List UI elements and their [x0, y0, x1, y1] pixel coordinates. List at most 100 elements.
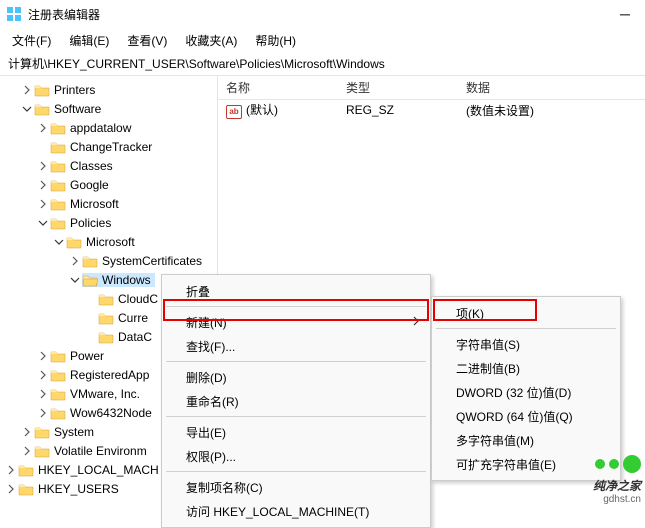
menu-item[interactable]: 新建(N) [164, 310, 428, 334]
tree-item-label: Software [54, 102, 101, 116]
menu-item[interactable]: 权限(P)... [164, 444, 428, 468]
string-value-icon: ab [226, 105, 242, 119]
tree-item-label: Power [70, 349, 104, 363]
folder-icon [50, 216, 66, 230]
folder-icon [18, 482, 34, 496]
tree-item-label: Policies [70, 216, 111, 230]
list-header: 名称 类型 数据 [218, 76, 645, 100]
tree-item-label: Microsoft [86, 235, 135, 249]
folder-icon [50, 159, 66, 173]
menu-item[interactable]: 字符串值(S) [434, 332, 618, 356]
tree-item-label: System [54, 425, 94, 439]
value-name: ab(默认) [218, 101, 338, 119]
chevron-right-icon[interactable] [36, 180, 50, 190]
tree-item[interactable]: Microsoft [0, 194, 217, 213]
menu-view[interactable]: 查看(V) [119, 30, 175, 51]
tree-item-label: CloudC [118, 292, 158, 306]
tree-item-label: Google [70, 178, 109, 192]
menu-item[interactable]: 可扩充字符串值(E) [434, 452, 618, 476]
menu-item[interactable]: 项(K) [434, 301, 618, 325]
chevron-down-icon[interactable] [36, 218, 50, 228]
folder-icon [34, 444, 50, 458]
tree-item-label: HKEY_USERS [38, 482, 119, 496]
menu-separator [166, 471, 426, 472]
folder-icon [50, 178, 66, 192]
chevron-right-icon[interactable] [4, 465, 18, 475]
address-bar[interactable]: 计算机\HKEY_CURRENT_USER\Software\Policies\… [0, 52, 645, 76]
menu-item[interactable]: 导出(E) [164, 420, 428, 444]
address-text: 计算机\HKEY_CURRENT_USER\Software\Policies\… [8, 55, 385, 72]
chevron-right-icon[interactable] [36, 351, 50, 361]
chevron-right-icon[interactable] [36, 389, 50, 399]
tree-item[interactable]: Software [0, 99, 217, 118]
watermark-logo [595, 455, 641, 473]
chevron-right-icon[interactable] [20, 427, 34, 437]
folder-icon [66, 235, 82, 249]
menu-item[interactable]: 查找(F)... [164, 334, 428, 358]
col-data[interactable]: 数据 [458, 79, 645, 96]
chevron-right-icon[interactable] [36, 370, 50, 380]
menu-favorites[interactable]: 收藏夹(A) [177, 30, 245, 51]
menu-item[interactable]: 二进制值(B) [434, 356, 618, 380]
menu-item[interactable]: 重命名(R) [164, 389, 428, 413]
folder-icon [98, 292, 114, 306]
menu-item[interactable]: 访问 HKEY_LOCAL_MACHINE(T) [164, 499, 428, 523]
chevron-right-icon[interactable] [36, 199, 50, 209]
menubar: 文件(F) 编辑(E) 查看(V) 收藏夹(A) 帮助(H) [0, 28, 645, 52]
chevron-down-icon[interactable] [68, 275, 82, 285]
chevron-right-icon[interactable] [68, 256, 82, 266]
app-icon [6, 6, 22, 22]
list-row[interactable]: ab(默认) REG_SZ (数值未设置) [218, 100, 645, 120]
menu-separator [166, 306, 426, 307]
chevron-right-icon[interactable] [36, 408, 50, 418]
menu-help[interactable]: 帮助(H) [247, 30, 304, 51]
folder-icon [34, 83, 50, 97]
tree-item[interactable]: Printers [0, 80, 217, 99]
folder-icon [98, 311, 114, 325]
col-name[interactable]: 名称 [218, 79, 338, 96]
menu-separator [166, 416, 426, 417]
folder-icon [50, 197, 66, 211]
menu-item[interactable]: 多字符串值(M) [434, 428, 618, 452]
tree-item-label: ChangeTracker [70, 140, 152, 154]
menu-file[interactable]: 文件(F) [4, 30, 59, 51]
minimize-button[interactable]: ─ [611, 6, 639, 22]
chevron-right-icon[interactable] [20, 446, 34, 456]
menu-item[interactable]: QWORD (64 位)值(Q) [434, 404, 618, 428]
tree-item-label: Volatile Environm [54, 444, 147, 458]
folder-icon [82, 254, 98, 268]
tree-item-label: Microsoft [70, 197, 119, 211]
chevron-right-icon[interactable] [36, 161, 50, 171]
menu-separator [436, 328, 616, 329]
chevron-right-icon[interactable] [4, 484, 18, 494]
tree-item-label: HKEY_LOCAL_MACH [38, 463, 159, 477]
menu-item[interactable]: 折叠 [164, 279, 428, 303]
tree-item-label: SystemCertificates [102, 254, 202, 268]
tree-item[interactable]: Policies [0, 213, 217, 232]
menu-item[interactable]: DWORD (32 位)值(D) [434, 380, 618, 404]
folder-icon [34, 102, 50, 116]
tree-item-label: VMware, Inc. [70, 387, 140, 401]
menu-edit[interactable]: 编辑(E) [61, 30, 117, 51]
chevron-down-icon[interactable] [20, 104, 34, 114]
tree-item[interactable]: ChangeTracker [0, 137, 217, 156]
folder-icon [50, 140, 66, 154]
folder-icon [50, 121, 66, 135]
watermark-text: 纯净之家 gdhst.cn [593, 477, 641, 505]
tree-item[interactable]: SystemCertificates [0, 251, 217, 270]
tree-item[interactable]: Microsoft [0, 232, 217, 251]
context-submenu-new: 项(K) 字符串值(S)二进制值(B)DWORD (32 位)值(D)QWORD … [431, 296, 621, 481]
tree-item-label: Classes [70, 159, 113, 173]
chevron-down-icon[interactable] [52, 237, 66, 247]
menu-item[interactable]: 删除(D) [164, 365, 428, 389]
chevron-right-icon[interactable] [36, 123, 50, 133]
tree-item[interactable]: appdatalow [0, 118, 217, 137]
window-title: 注册表编辑器 [28, 6, 100, 23]
tree-item[interactable]: Classes [0, 156, 217, 175]
chevron-right-icon[interactable] [20, 85, 34, 95]
col-type[interactable]: 类型 [338, 79, 458, 96]
tree-item[interactable]: Google [0, 175, 217, 194]
tree-item-label: Wow6432Node [70, 406, 152, 420]
menu-item[interactable]: 复制项名称(C) [164, 475, 428, 499]
folder-icon [82, 273, 98, 287]
